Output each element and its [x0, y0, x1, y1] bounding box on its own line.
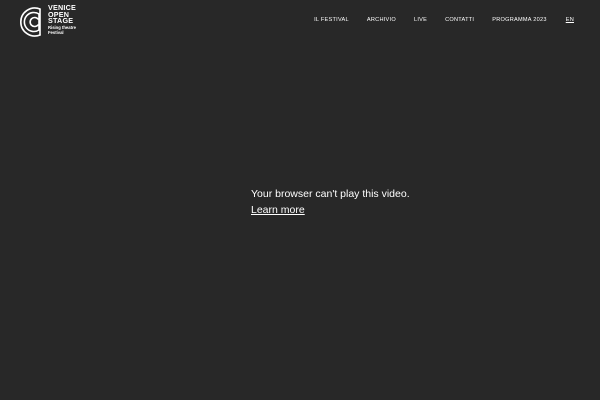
site-logo[interactable]: VENICE OPEN STAGE Rising theatre Festiva… [18, 4, 76, 39]
language-switch-link[interactable]: EN [566, 17, 574, 23]
video-error-text: Your browser can't play this video. [251, 188, 410, 200]
nav-item-contatti[interactable]: CONTATTI [445, 17, 474, 23]
main-nav: IL FESTIVAL ARCHIVIO LIVE CONTATTI PROGR… [314, 15, 574, 25]
learn-more-link[interactable]: Learn more [251, 204, 305, 216]
video-error-message: Your browser can't play this video. Lear… [251, 188, 451, 218]
venice-open-stage-logo-icon [20, 7, 41, 37]
video-player[interactable]: Your browser can't play this video. Lear… [0, 44, 600, 400]
logo-text: VENICE OPEN STAGE Rising theatre Festiva… [48, 4, 76, 35]
page: VENICE OPEN STAGE Rising theatre Festiva… [0, 0, 600, 400]
logo-name-line: STAGE [48, 16, 74, 26]
site-header: VENICE OPEN STAGE Rising theatre Festiva… [0, 0, 600, 44]
logo-tagline-line: Festival [48, 29, 64, 35]
nav-item-archivio[interactable]: ARCHIVIO [367, 17, 396, 23]
nav-item-programma-2023[interactable]: PROGRAMMA 2023 [492, 17, 546, 23]
nav-item-il-festival[interactable]: IL FESTIVAL [314, 17, 349, 23]
nav-item-live[interactable]: LIVE [414, 17, 427, 23]
